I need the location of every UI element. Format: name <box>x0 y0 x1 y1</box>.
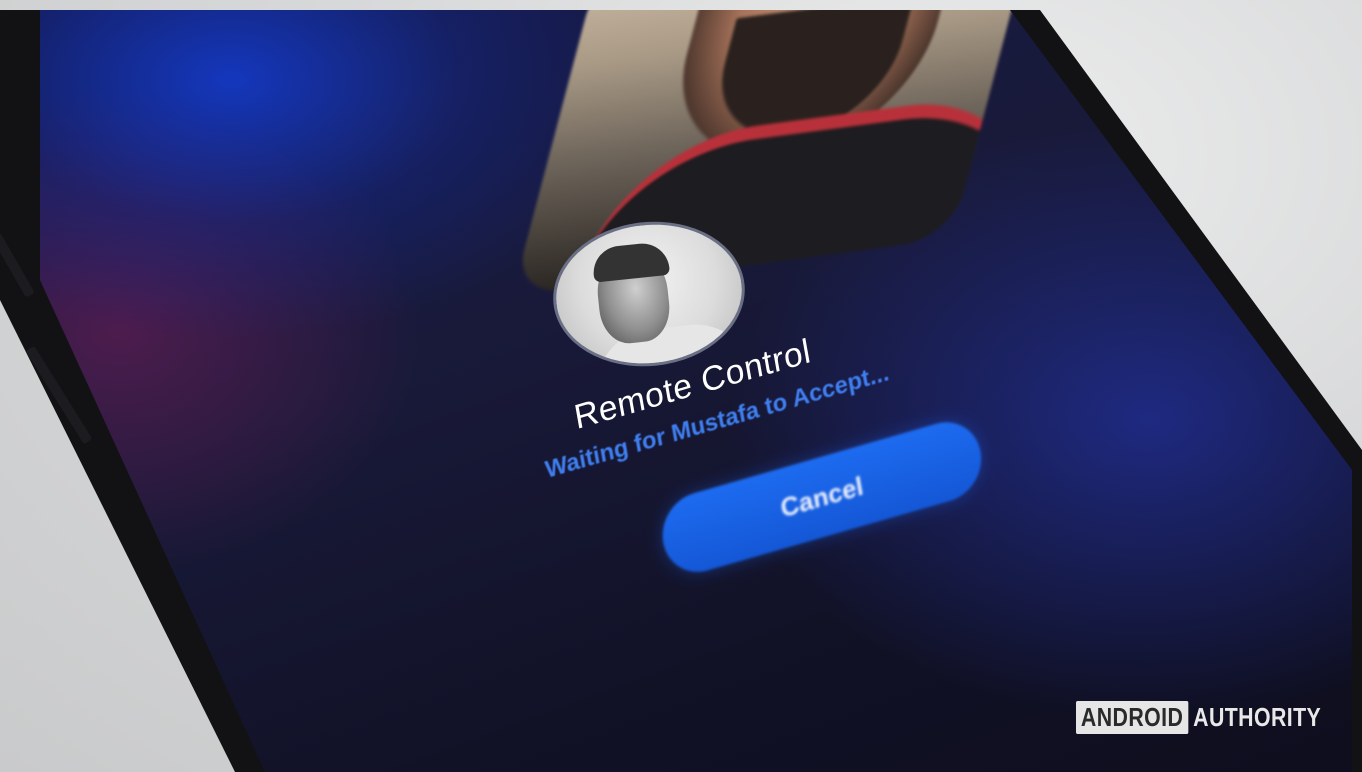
photo-scene: Remote Control Waiting for Mustafa to Ac… <box>0 0 1362 772</box>
watermark-logo: ANDROID AUTHORITY <box>1076 701 1321 734</box>
watermark-text: AUTHORITY <box>1193 702 1322 732</box>
watermark-boxed-text: ANDROID <box>1076 701 1189 734</box>
